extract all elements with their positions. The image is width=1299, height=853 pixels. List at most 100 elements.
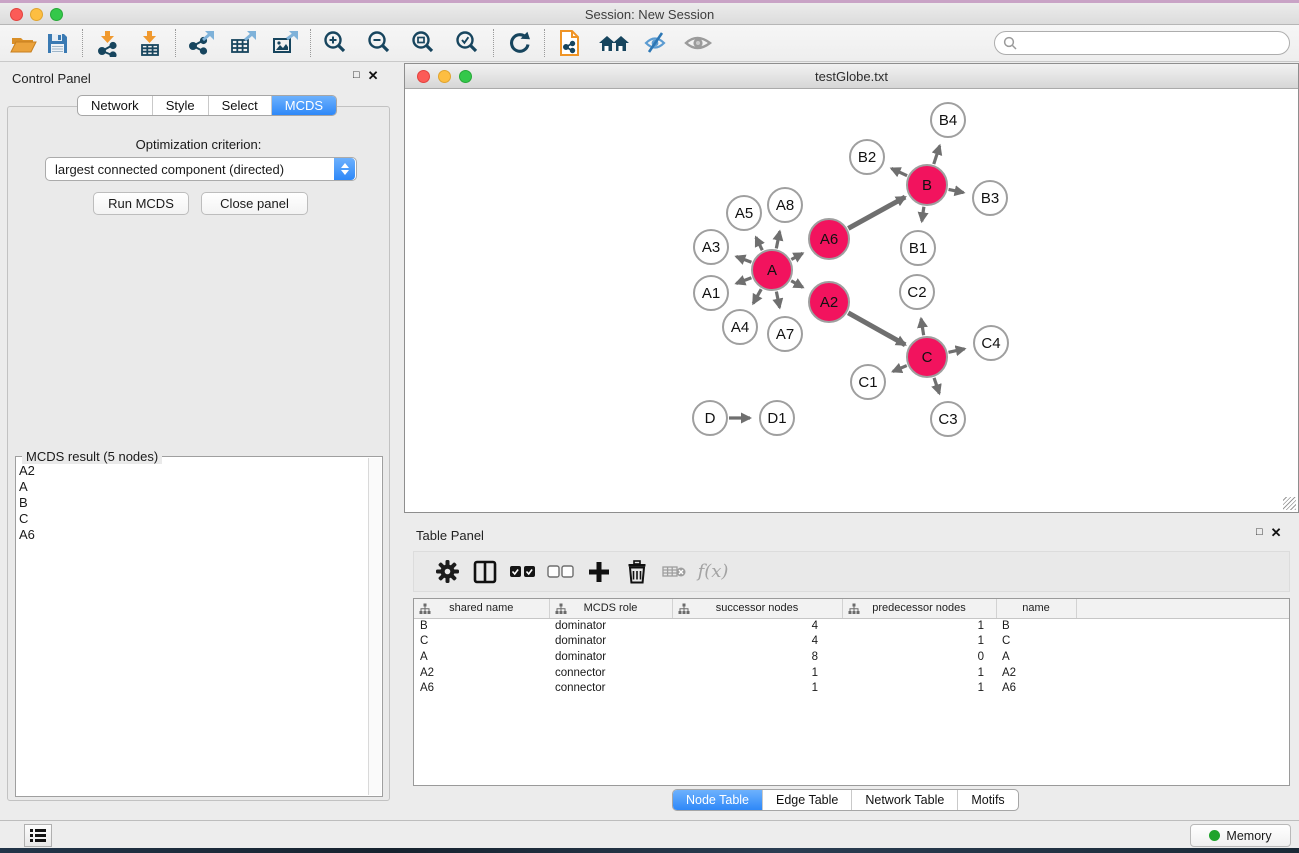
- float-table-panel-icon[interactable]: □: [1256, 526, 1263, 539]
- graph-edge-C-C3[interactable]: [934, 378, 939, 394]
- tab-edge-table[interactable]: Edge Table: [762, 790, 851, 810]
- memory-button[interactable]: Memory: [1190, 824, 1291, 847]
- tab-style[interactable]: Style: [152, 96, 208, 115]
- table-cell[interactable]: 1: [842, 680, 996, 696]
- float-panel-icon[interactable]: □: [353, 69, 360, 82]
- function-builder-button[interactable]: f(x): [694, 556, 732, 588]
- table-cell[interactable]: connector: [549, 665, 672, 681]
- graph-edge-C-C1[interactable]: [893, 366, 907, 372]
- mcds-result-item[interactable]: A6: [19, 527, 366, 543]
- graph-edge-B-B2[interactable]: [891, 168, 907, 175]
- zoom-fit-button[interactable]: [407, 28, 441, 58]
- zoom-in-button[interactable]: [319, 28, 353, 58]
- select-all-button[interactable]: [504, 556, 542, 588]
- table-settings-button[interactable]: [428, 556, 466, 588]
- zoom-selected-button[interactable]: [451, 28, 485, 58]
- export-table-button[interactable]: [226, 28, 260, 58]
- save-session-button[interactable]: [40, 28, 74, 58]
- table-header-row[interactable]: shared name MCDS role successor nodes pr…: [414, 599, 1289, 618]
- table-cell[interactable]: A: [996, 649, 1076, 665]
- zoom-out-button[interactable]: [363, 28, 397, 58]
- graph-edge-A-A2[interactable]: [791, 281, 803, 288]
- task-history-button[interactable]: [24, 824, 52, 847]
- export-network-button[interactable]: [184, 28, 218, 58]
- table-cell[interactable]: C: [414, 634, 549, 650]
- graph-edge-A-A1[interactable]: [736, 278, 751, 284]
- table-cell[interactable]: A6: [996, 680, 1076, 696]
- column-header-mcds-role[interactable]: MCDS role: [549, 599, 672, 618]
- mcds-result-item[interactable]: A2: [19, 463, 366, 479]
- table-cell[interactable]: B: [996, 618, 1076, 634]
- table-row[interactable]: Cdominator41C: [414, 634, 1289, 650]
- deselect-all-button[interactable]: [542, 556, 580, 588]
- import-table-button[interactable]: [133, 28, 167, 58]
- graph-edge-C-C4[interactable]: [948, 349, 964, 353]
- new-network-from-file-button[interactable]: [553, 28, 587, 58]
- column-header-successor-nodes[interactable]: successor nodes: [672, 599, 842, 618]
- table-cell[interactable]: dominator: [549, 649, 672, 665]
- tab-motifs[interactable]: Motifs: [957, 790, 1017, 810]
- show-panel-button[interactable]: [681, 28, 715, 58]
- tab-network[interactable]: Network: [78, 96, 152, 115]
- mcds-result-item[interactable]: B: [19, 495, 366, 511]
- close-panel-icon[interactable]: ✕: [368, 69, 379, 82]
- graph-edge-B-B1[interactable]: [922, 207, 924, 221]
- graph-edge-B-B4[interactable]: [934, 146, 940, 164]
- node-table[interactable]: shared name MCDS role successor nodes pr…: [413, 598, 1290, 786]
- table-cell[interactable]: 4: [672, 634, 842, 650]
- close-panel-button[interactable]: Close panel: [201, 192, 308, 215]
- table-row[interactable]: Bdominator41B: [414, 618, 1289, 634]
- table-cell[interactable]: 1: [842, 665, 996, 681]
- graph-edge-A-A7[interactable]: [776, 292, 779, 308]
- column-header-shared-name[interactable]: shared name: [414, 599, 549, 618]
- table-cell[interactable]: connector: [549, 680, 672, 696]
- show-columns-button[interactable]: [466, 556, 504, 588]
- open-session-button[interactable]: [6, 28, 40, 58]
- table-cell[interactable]: 1: [842, 618, 996, 634]
- graph-edge-A-A3[interactable]: [736, 257, 751, 263]
- graph-edge-A-A4[interactable]: [753, 289, 761, 303]
- table-cell[interactable]: 0: [842, 649, 996, 665]
- table-cell[interactable]: C: [996, 634, 1076, 650]
- add-column-button[interactable]: [580, 556, 618, 588]
- table-cell[interactable]: A2: [414, 665, 549, 681]
- table-cell[interactable]: 8: [672, 649, 842, 665]
- table-cell[interactable]: A2: [996, 665, 1076, 681]
- network-window-titlebar[interactable]: testGlobe.txt: [405, 64, 1298, 89]
- run-mcds-button[interactable]: Run MCDS: [93, 192, 189, 215]
- graph-edge-A2-C[interactable]: [848, 313, 905, 345]
- network-graph-canvas[interactable]: B4B2BB3A5A8A6A3B1AA1C2A2A4A7C4CC1DD1C3: [405, 89, 1298, 512]
- table-cell[interactable]: 1: [672, 665, 842, 681]
- graph-edge-A6-B[interactable]: [848, 197, 905, 228]
- graph-edge-A-A5[interactable]: [756, 237, 762, 250]
- export-image-button[interactable]: [268, 28, 302, 58]
- table-cell[interactable]: 4: [672, 618, 842, 634]
- table-row[interactable]: Adominator80A: [414, 649, 1289, 665]
- result-scrollbar[interactable]: [368, 458, 381, 795]
- search-input[interactable]: [1022, 36, 1289, 50]
- table-cell[interactable]: B: [414, 618, 549, 634]
- graph-edge-B-B3[interactable]: [949, 189, 964, 192]
- delete-column-button[interactable]: [618, 556, 656, 588]
- table-cell[interactable]: A6: [414, 680, 549, 696]
- resize-grip-icon[interactable]: [1283, 497, 1296, 510]
- table-cell[interactable]: A: [414, 649, 549, 665]
- table-cell[interactable]: 1: [672, 680, 842, 696]
- column-header-predecessor-nodes[interactable]: predecessor nodes: [842, 599, 996, 618]
- table-row[interactable]: A2connector11A2: [414, 665, 1289, 681]
- graph-edge-A-A6[interactable]: [791, 253, 802, 259]
- search-field[interactable]: [994, 31, 1290, 55]
- table-row[interactable]: A6connector11A6: [414, 680, 1289, 696]
- close-table-panel-icon[interactable]: ✕: [1271, 526, 1282, 539]
- table-cell[interactable]: 1: [842, 634, 996, 650]
- tab-network-table[interactable]: Network Table: [851, 790, 957, 810]
- import-network-button[interactable]: [91, 28, 125, 58]
- delete-table-button[interactable]: [656, 556, 694, 588]
- home-button[interactable]: [597, 28, 631, 58]
- tab-mcds[interactable]: MCDS: [271, 96, 336, 115]
- graph-edge-C-C2[interactable]: [921, 319, 924, 336]
- table-cell[interactable]: dominator: [549, 634, 672, 650]
- column-header-name[interactable]: name: [996, 599, 1076, 618]
- refresh-view-button[interactable]: [502, 28, 536, 58]
- table-cell[interactable]: dominator: [549, 618, 672, 634]
